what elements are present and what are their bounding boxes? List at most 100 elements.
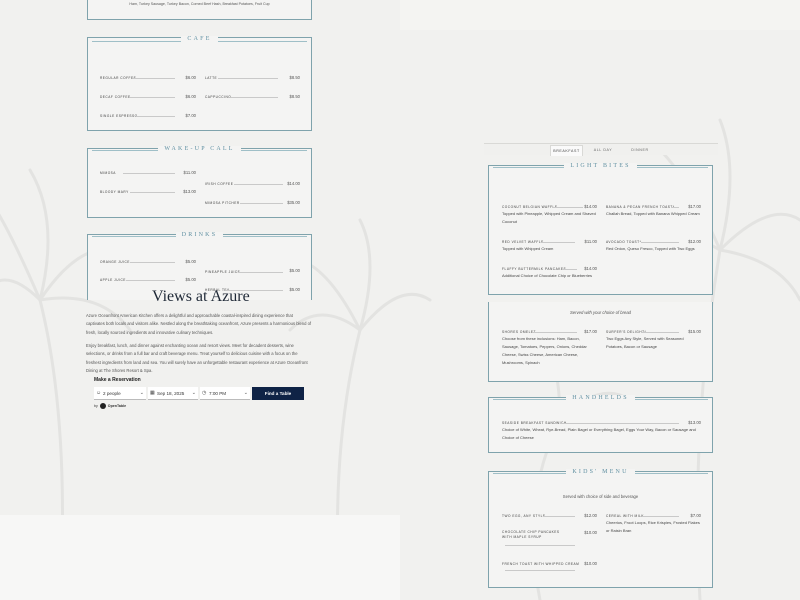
menu-item-price: $11.00	[584, 239, 598, 244]
menu-item-description: Choice of White, Wheat, Rye-Bread, Plain…	[502, 427, 696, 440]
menu-item-name: LATTE	[205, 76, 218, 80]
menu-item-name: APPLE JUICE	[100, 278, 126, 282]
dot-leader	[123, 173, 175, 174]
menu-item-price: $14.00	[584, 204, 597, 209]
dot-leader	[642, 516, 679, 517]
person-icon: ☺	[96, 390, 102, 396]
dot-leader	[671, 207, 679, 208]
section-note: Served with choice of side and beverage	[562, 494, 639, 499]
menu-item-price: $7.00	[185, 113, 196, 118]
dot-leader	[231, 97, 278, 98]
dot-leader	[218, 78, 278, 79]
menu-item-description: Topped with Whipped Cream	[502, 246, 554, 251]
menu-item-name: SEASIDE BREAKFAST SANDWICH	[502, 421, 567, 425]
menu-item-price: $6.00	[185, 94, 196, 99]
section-title: HANDHELDS	[489, 395, 712, 401]
section-title: WAKE-UP CALL	[88, 146, 311, 152]
menu-item-description: Ham, Turkey Sausage, Turkey Bacon, Corne…	[129, 2, 270, 6]
menu-section-specials: Served with your choice of bread SHORES …	[488, 302, 713, 382]
clock-icon: ◷	[202, 390, 207, 396]
dot-leader	[641, 242, 679, 243]
section-title: KIDS' MENU	[489, 469, 712, 475]
menu-item-price: $13.00	[688, 420, 701, 425]
menu-section-light-bites: LIGHT BITES COCONUT BELGIAN WAFFLE $14.0…	[488, 163, 713, 295]
menu-item-price: $7.00	[690, 513, 701, 518]
section-title: CAFE	[88, 36, 311, 42]
menu-item-price: $10.00	[584, 530, 597, 535]
menu-item-name: IRISH COFFEE	[205, 182, 234, 186]
calendar-icon: ▦	[150, 390, 155, 396]
menu-item-name: CHOCOLATE CHIP PANCAKES WITH MAPLE SYRUP	[502, 530, 560, 539]
menu-item-price: $5.00	[185, 277, 196, 282]
menu-item-price: $15.00	[688, 329, 701, 334]
menu-item-name: CAPPUCCINO	[205, 95, 232, 99]
menu-item-name: DECAF COFFEE	[100, 95, 131, 99]
dot-leader	[505, 545, 575, 546]
section-title: LIGHT BITES	[489, 163, 712, 169]
menu-item-description: Two Eggs Any Style, Served with Seasoned…	[606, 336, 684, 349]
menu-item-name: FRENCH TOAST WITH WHIPPED CREAM	[502, 562, 580, 566]
menu-item-name: FLUFFY BUTTERMILK PANCAKES	[502, 267, 567, 271]
dot-leader	[130, 262, 175, 263]
time-select[interactable]: ◷ 7:00 PM ⌄	[200, 387, 250, 400]
menu-item-description: Additional Choice of Chocolate Chip or B…	[502, 273, 593, 278]
menu-item-name: BLOODY MARY	[100, 190, 129, 194]
menu-item-name: MIMOSA PITCHER	[205, 201, 240, 205]
date-select[interactable]: ▦ Sep 18, 2025 ⌄	[148, 387, 198, 400]
menu-item-name: REGULAR COFFEE	[100, 76, 137, 80]
dot-leader	[541, 242, 575, 243]
dot-leader	[126, 280, 175, 281]
menu-panel-top: Ham, Turkey Sausage, Turkey Bacon, Corne…	[87, 0, 312, 20]
menu-item-description: Red Onion, Queso Fresco, Topped with Two…	[606, 246, 695, 251]
opentable-logo-icon	[99, 403, 106, 410]
chevron-down-icon: ⌄	[243, 390, 248, 396]
dot-leader	[240, 203, 283, 204]
dot-leader	[136, 116, 175, 117]
menu-item-name: MIMOSA	[100, 171, 116, 175]
menu-item-price: $14.00	[584, 266, 597, 271]
menu-item-price: $17.00	[584, 329, 597, 334]
menu-item-price: $5.00	[185, 259, 196, 264]
menu-item-description: Challah Bread, Topped with Banana Whippe…	[606, 211, 700, 216]
menu-item-price: $13.00	[183, 189, 196, 194]
tab-dinner[interactable]: DINNER	[623, 145, 657, 156]
about-paragraph: Azure Oceanfront American Kitchen offers…	[86, 313, 312, 335]
menu-tabs: BREAKFAST ALL DAY DINNER	[484, 143, 718, 156]
opentable-credit[interactable]: by OpenTable	[94, 403, 126, 410]
menu-section-cafe: CAFE REGULAR COFFEE $6.00 LATTE $8.50 DE…	[87, 36, 312, 131]
dot-leader	[533, 332, 577, 333]
chevron-down-icon: ⌄	[139, 390, 144, 396]
section-title: DRINKS	[88, 232, 311, 238]
dot-leader	[234, 184, 283, 185]
menu-item-price: $5.00	[289, 268, 300, 273]
section-note: Served with your choice of bread	[570, 310, 631, 315]
tab-all-day[interactable]: ALL DAY	[588, 145, 618, 156]
dot-leader	[238, 272, 283, 273]
menu-item-price: $5.00	[289, 287, 300, 292]
menu-item-price: $35.00	[287, 200, 300, 205]
menu-item-name: SHORES OMELET	[502, 330, 536, 334]
menu-item-price: $11.00	[183, 170, 197, 175]
menu-item-price: $8.50	[289, 94, 300, 99]
about-paragraph: Enjoy breakfast, lunch, and dinner again…	[86, 343, 308, 374]
menu-item-name: BANANA & PECAN FRENCH TOAST*	[606, 205, 675, 209]
menu-item-price: $8.50	[289, 75, 300, 80]
menu-section-handhelds: HANDHELDS SEASIDE BREAKFAST SANDWICH $13…	[488, 395, 713, 453]
menu-item-price: $14.00	[287, 181, 300, 186]
menu-item-price: $10.00	[584, 561, 597, 566]
dot-leader	[130, 97, 175, 98]
menu-section-wake-up-call: WAKE-UP CALL MIMOSA $11.00 IRISH COFFEE …	[87, 146, 312, 218]
menu-item-name: AVOCADO TOAST*	[606, 240, 642, 244]
menu-item-name: COCONUT BELGIAN WAFFLE	[502, 205, 558, 209]
dot-leader	[130, 192, 175, 193]
menu-item-name: TWO EGG, ANY STYLE	[502, 514, 546, 518]
party-size-select[interactable]: ☺ 2 people ⌄	[94, 387, 146, 400]
dot-leader	[543, 516, 575, 517]
find-table-button[interactable]: Find a Table	[252, 387, 304, 400]
menu-item-name: CEREAL WITH MILK	[606, 514, 644, 518]
tab-breakfast[interactable]: BREAKFAST	[550, 145, 583, 156]
menu-item-name: RED VELVET WAFFLE	[502, 240, 544, 244]
dot-leader	[641, 332, 679, 333]
dot-leader	[505, 570, 575, 571]
chevron-down-icon: ⌄	[191, 390, 196, 396]
